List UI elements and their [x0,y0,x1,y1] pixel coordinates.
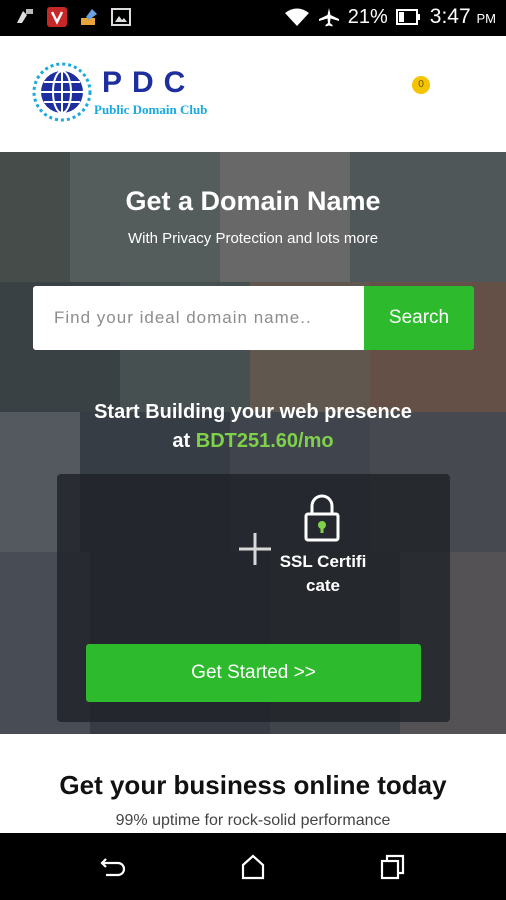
hero-subtitle: With Privacy Protection and lots more [127,230,379,247]
logo-subtitle: Public Domain Club [94,102,208,117]
airplane-icon [318,8,339,27]
wifi-icon [284,8,309,26]
business-subtitle: 99% uptime for rock-solid performance [115,812,391,829]
promo-box: SSL Certificate Get Started >> [57,474,450,722]
start-building-text: Start Building your web presence at BDT2… [0,398,506,456]
system-nav-bar [0,833,506,900]
system-indicators: 21% 3:47 PM [284,5,496,29]
logo-title: PDC [102,66,196,99]
business-title: Get your business online today [59,770,447,800]
clock: 3:47 PM [430,5,496,29]
back-icon[interactable] [98,853,128,881]
lock-icon [304,494,340,542]
home-icon[interactable] [238,853,268,881]
globe-icon [32,62,92,122]
plus-icon [239,533,271,565]
paint-app-icon [17,9,33,23]
site-logo[interactable]: PDC Public Domain Club [32,62,232,126]
domain-search-input[interactable] [33,286,364,350]
search-button[interactable]: Search [364,286,474,350]
vivaldi-icon [47,7,67,27]
cart-count-badge[interactable]: 0 [412,76,430,94]
clock-time: 3:47 [429,5,471,28]
price-line: at BDT251.60/mo [0,427,506,456]
business-section: Get your business online today 99% uptim… [0,734,506,833]
clock-ampm: PM [476,11,497,26]
get-started-button[interactable]: Get Started >> [86,644,421,702]
battery-percent: 21% [347,5,388,28]
notification-icons [14,6,132,28]
status-bar: 21% 3:47 PM [0,0,506,36]
domain-search-form: Search [33,286,474,350]
brush-app-icon [81,9,97,25]
battery-icon [395,9,420,25]
hero-title: Get a Domain Name [125,186,381,216]
ssl-certificate-label: SSL Certificate [279,552,367,595]
recents-icon[interactable] [378,853,408,881]
image-icon [111,8,131,26]
site-header: PDC Public Domain Club 0 [0,36,506,152]
hero-section: Get a Domain Name With Privacy Protectio… [0,152,506,734]
start-line: Start Building your web presence [94,401,412,423]
price-prefix: at [172,430,196,452]
price-value: BDT251.60/mo [195,430,334,452]
